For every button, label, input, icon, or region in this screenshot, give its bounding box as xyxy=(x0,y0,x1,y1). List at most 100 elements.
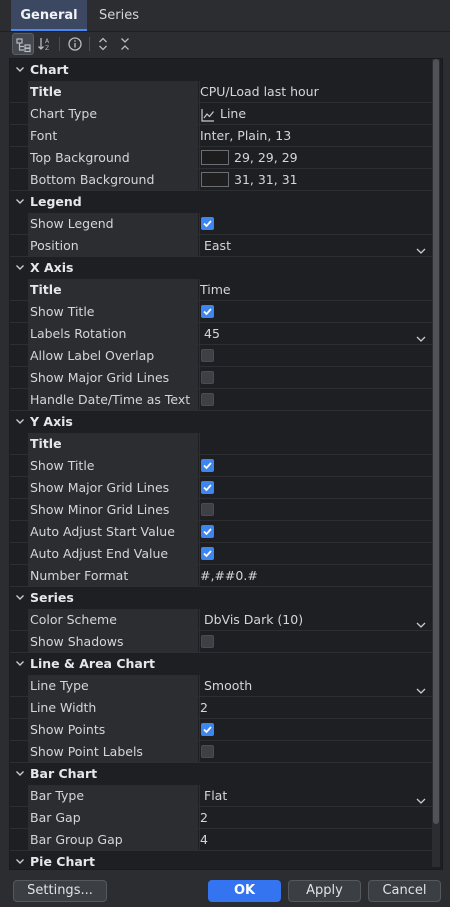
property-row-font: Font Inter, Plain, 13 xyxy=(10,125,433,147)
dropdown-line-type[interactable]: Smooth xyxy=(200,675,426,696)
settings-button[interactable]: Settings... xyxy=(13,880,107,902)
property-row-show-major-grid-lines: Show Major Grid Lines xyxy=(10,477,433,499)
toolbar-divider xyxy=(89,37,90,51)
section-title: Y Axis xyxy=(30,414,73,429)
property-label: Auto Adjust Start Value xyxy=(30,524,175,539)
property-row-bottom-background: Bottom Background 31, 31, 31 xyxy=(10,169,433,191)
checkbox-unchecked[interactable] xyxy=(201,393,214,406)
tab-series[interactable]: Series xyxy=(88,0,150,31)
checkbox-cell[interactable] xyxy=(200,367,426,388)
property-value-text[interactable]: Time xyxy=(200,279,426,300)
checkbox-checked[interactable] xyxy=(201,305,214,318)
checkbox-cell[interactable] xyxy=(200,455,426,476)
dropdown-color-scheme[interactable]: DbVis Dark (10) xyxy=(200,609,426,630)
property-value-text[interactable] xyxy=(200,433,426,454)
section-header-legend[interactable]: Legend xyxy=(10,191,432,213)
checkbox-checked[interactable] xyxy=(201,723,214,736)
checkmark-icon xyxy=(203,308,212,316)
section-title: Line & Area Chart xyxy=(30,656,155,671)
color-value[interactable]: 31, 31, 31 xyxy=(200,169,426,190)
checkbox-cell[interactable] xyxy=(200,719,426,740)
checkbox-checked[interactable] xyxy=(201,525,214,538)
checkbox-cell[interactable] xyxy=(200,301,426,322)
checkbox-checked[interactable] xyxy=(201,481,214,494)
property-row-labels-rotation: Labels Rotation 45 xyxy=(10,323,433,345)
color-value[interactable]: 29, 29, 29 xyxy=(200,147,426,168)
chevron-down-icon xyxy=(16,771,24,776)
property-value-text[interactable]: 4 xyxy=(200,829,426,850)
line-chart-icon xyxy=(201,107,215,122)
property-label: Show Minor Grid Lines xyxy=(30,502,170,517)
property-value-text[interactable]: CPU/Load last hour xyxy=(200,81,426,102)
dropdown-position[interactable]: East xyxy=(200,235,426,256)
ok-button[interactable]: OK xyxy=(208,880,281,902)
property-sheet: Chart Title CPU/Load last hour Chart Type Li… xyxy=(9,58,443,870)
checkbox-cell[interactable] xyxy=(200,389,426,410)
property-label: Show Title xyxy=(30,458,95,473)
checkbox-checked[interactable] xyxy=(201,217,214,230)
section-header-x-axis[interactable]: X Axis xyxy=(10,257,432,279)
dropdown-bar-type[interactable]: Flat xyxy=(200,785,426,806)
checkbox-unchecked[interactable] xyxy=(201,745,214,758)
cancel-button[interactable]: Cancel xyxy=(368,880,441,902)
section-header-line-area-chart[interactable]: Line & Area Chart xyxy=(10,653,432,675)
section-header-y-axis[interactable]: Y Axis xyxy=(10,411,432,433)
checkbox-checked[interactable] xyxy=(201,547,214,560)
property-value-text[interactable]: Inter, Plain, 13 xyxy=(200,125,426,146)
property-value-text[interactable]: #,##0.# xyxy=(200,565,426,586)
checkbox-cell[interactable] xyxy=(200,521,426,542)
checkbox-cell[interactable] xyxy=(200,345,426,366)
expand-all-button[interactable] xyxy=(92,33,114,55)
checkbox-unchecked[interactable] xyxy=(201,503,214,516)
property-label: Chart Type xyxy=(30,106,98,121)
checkbox-unchecked[interactable] xyxy=(201,349,214,362)
section-header-chart[interactable]: Chart xyxy=(10,59,432,81)
checkbox-cell[interactable] xyxy=(200,499,426,520)
checkmark-icon xyxy=(203,550,212,558)
checkmark-icon xyxy=(203,220,212,228)
chevron-down-icon xyxy=(15,257,27,279)
vertical-scrollbar[interactable] xyxy=(432,59,440,867)
checkbox-cell[interactable] xyxy=(200,213,426,234)
property-row-auto-adjust-end-value: Auto Adjust End Value xyxy=(10,543,433,565)
property-row-show-shadows: Show Shadows xyxy=(10,631,433,653)
dropdown-labels-rotation[interactable]: 45 xyxy=(200,323,426,344)
categorized-view-button[interactable] xyxy=(12,33,34,55)
checkbox-cell[interactable] xyxy=(200,741,426,762)
checkbox-cell[interactable] xyxy=(200,477,426,498)
section-title: Legend xyxy=(30,194,82,209)
color-rgb-text: 31, 31, 31 xyxy=(234,172,298,187)
property-value-text[interactable]: 2 xyxy=(200,697,426,718)
apply-button[interactable]: Apply xyxy=(288,880,361,902)
chevron-down-icon xyxy=(416,798,426,804)
property-toolbar: A Z xyxy=(0,32,450,56)
tab-general[interactable]: General xyxy=(11,0,87,31)
info-button[interactable] xyxy=(64,33,86,55)
property-row-title: Title Time xyxy=(10,279,433,301)
info-icon xyxy=(68,37,82,51)
chart-type-value[interactable]: Line xyxy=(200,103,426,124)
chevron-down-icon xyxy=(416,248,426,254)
property-label: Show Points xyxy=(30,722,106,737)
color-swatch[interactable] xyxy=(201,172,229,187)
collapse-all-button[interactable] xyxy=(114,33,136,55)
checkbox-unchecked[interactable] xyxy=(201,635,214,648)
sort-alphabetical-button[interactable]: A Z xyxy=(34,33,56,55)
dropdown-value: Smooth xyxy=(204,678,253,693)
chevron-down-icon xyxy=(15,851,27,869)
section-title: Bar Chart xyxy=(30,766,98,781)
scrollbar-thumb[interactable] xyxy=(433,59,439,824)
property-label: Bar Gap xyxy=(30,810,81,825)
chevron-down-icon xyxy=(15,411,27,433)
property-row-number-format: Number Format #,##0.# xyxy=(10,565,433,587)
checkbox-unchecked[interactable] xyxy=(201,371,214,384)
checkbox-cell[interactable] xyxy=(200,631,426,652)
dropdown-value: East xyxy=(204,238,231,253)
checkbox-cell[interactable] xyxy=(200,543,426,564)
color-swatch[interactable] xyxy=(201,150,229,165)
checkbox-checked[interactable] xyxy=(201,459,214,472)
section-header-series[interactable]: Series xyxy=(10,587,432,609)
section-header-bar-chart[interactable]: Bar Chart xyxy=(10,763,432,785)
property-value-text[interactable]: 2 xyxy=(200,807,426,828)
section-header-pie-chart[interactable]: Pie Chart xyxy=(10,851,432,869)
